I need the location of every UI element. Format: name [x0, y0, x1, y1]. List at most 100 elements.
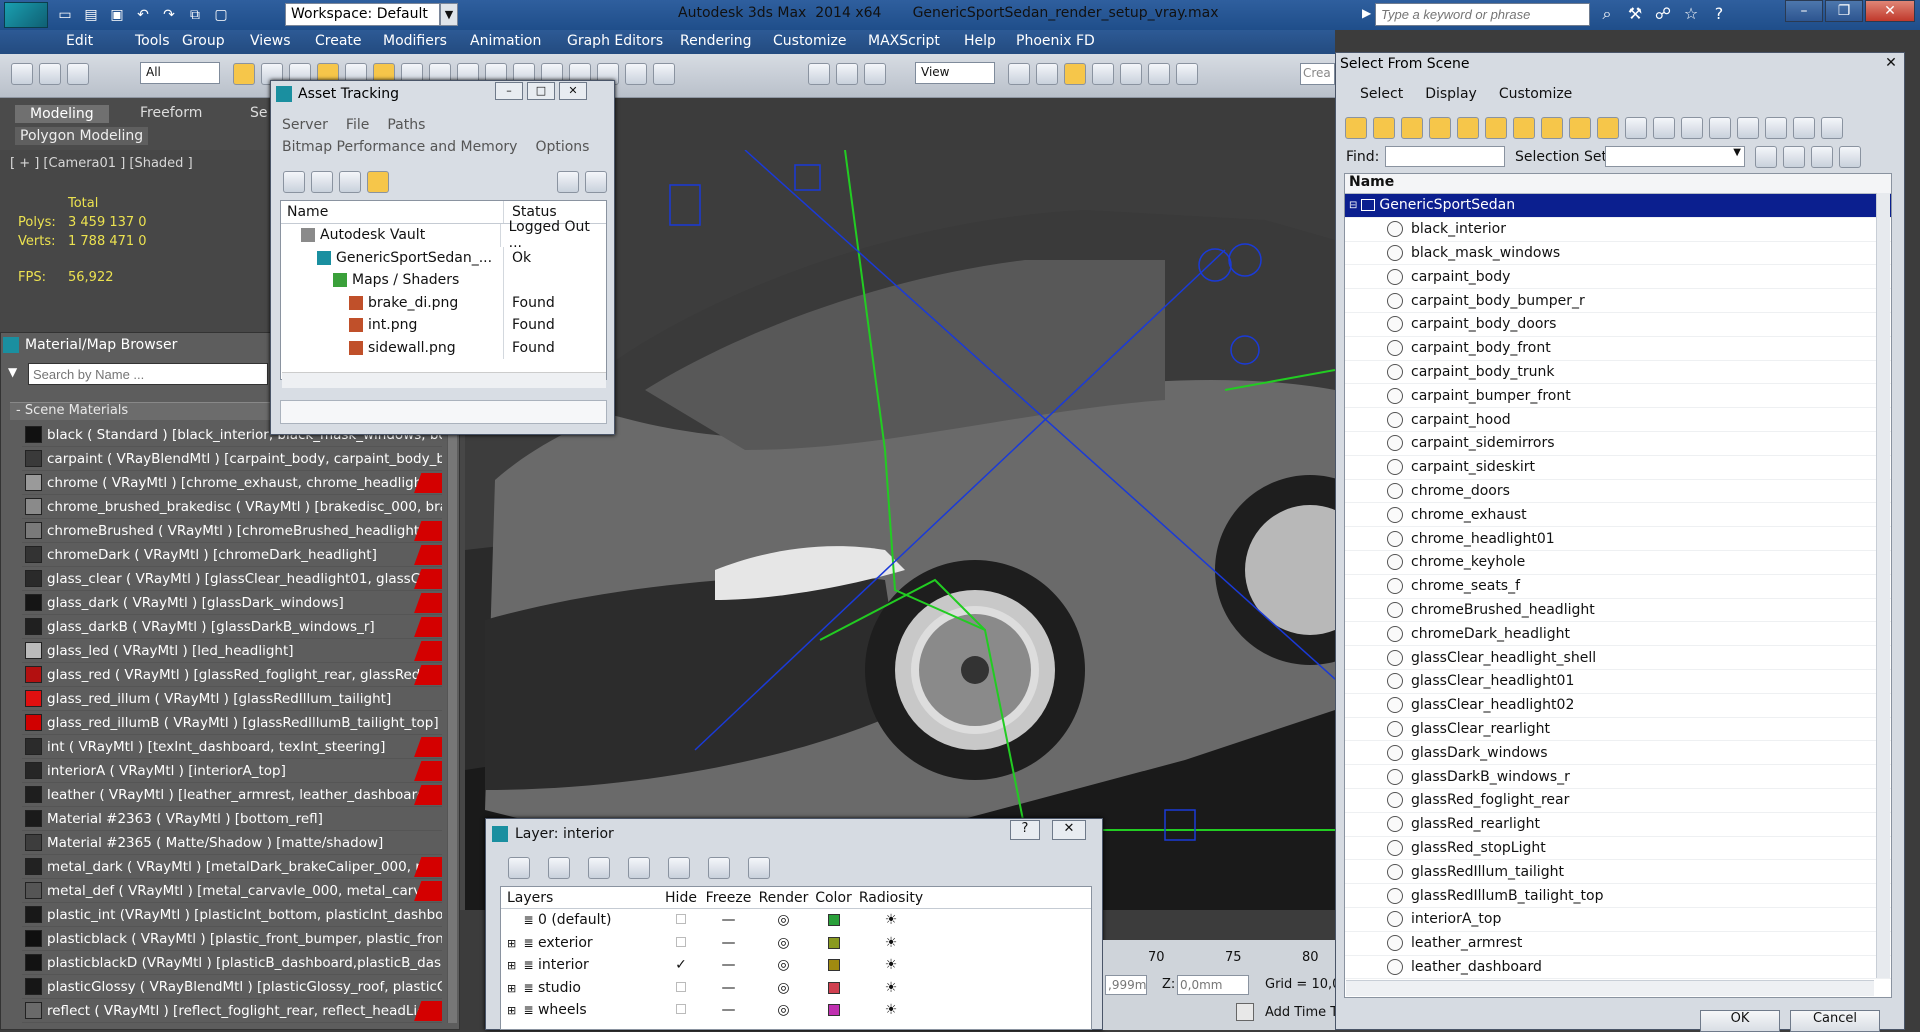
render-toggle-icon[interactable]: ◎ — [756, 935, 811, 951]
material-row[interactable]: metal_def ( VRayMtl ) [metal_carvavle_00… — [22, 879, 442, 903]
expand-icon[interactable]: ⊞ — [507, 1004, 519, 1017]
move-icon[interactable] — [808, 63, 830, 85]
display-lights-icon[interactable] — [1401, 117, 1423, 139]
layer-color-swatch[interactable] — [811, 980, 856, 996]
current-layer-checkbox[interactable] — [676, 914, 686, 925]
scene-object-row[interactable]: glassDark_windows — [1345, 741, 1891, 766]
display-invert-icon[interactable] — [1737, 117, 1759, 139]
material-row[interactable]: chromeDark ( VRayMtl ) [chromeDark_headl… — [22, 543, 442, 567]
selection-set-dropdown[interactable]: ▼ — [1605, 146, 1745, 167]
display-frozen-icon[interactable] — [1625, 117, 1647, 139]
reference-coordinate-dropdown[interactable]: View — [915, 62, 995, 84]
scene-object-row[interactable]: glassRed_stopLight — [1345, 837, 1891, 861]
menu-animation[interactable]: Animation — [470, 33, 541, 49]
scene-object-row[interactable]: chrome_keyhole — [1345, 551, 1891, 575]
asset-col-name[interactable]: Name — [281, 204, 503, 220]
workspace-dropdown[interactable]: Workspace: Default — [285, 3, 440, 26]
search-input[interactable] — [1375, 3, 1590, 26]
scene-object-row[interactable]: carpaint_body_trunk — [1345, 361, 1891, 385]
layer-row[interactable]: ⊞ ≣ studio — ◎ ☀ — [501, 977, 1091, 1000]
chevron-down-icon[interactable]: ▼ — [440, 3, 458, 26]
hide-unhide-all-icon[interactable] — [748, 857, 770, 879]
scene-object-row[interactable]: carpaint_hood — [1345, 408, 1891, 432]
highlight-selected-icon[interactable] — [708, 857, 730, 879]
material-row[interactable]: interiorA ( VRayMtl ) [interiorA_top] — [22, 759, 442, 783]
scene-object-row[interactable]: carpaint_body_front — [1345, 337, 1891, 361]
asset-row[interactable]: Autodesk Vault Logged Out ... — [281, 219, 606, 251]
render-toggle-icon[interactable]: ◎ — [756, 980, 811, 996]
select-object-icon[interactable] — [233, 63, 255, 85]
scene-object-row[interactable]: chrome_doors — [1345, 480, 1891, 504]
refresh-icon[interactable] — [283, 171, 305, 193]
curve-editor-icon[interactable] — [625, 63, 647, 85]
scene-object-row[interactable]: carpaint_body_bumper_r — [1345, 289, 1891, 313]
scene-object-row[interactable]: carpaint_sideskirt — [1345, 456, 1891, 480]
freeze-toggle[interactable]: — — [701, 957, 756, 973]
layer-close-button[interactable]: ✕ — [1052, 820, 1086, 840]
material-row[interactable]: glass_darkB ( VRayMtl ) [glassDarkB_wind… — [22, 615, 442, 639]
hide-toggle[interactable]: ✓ — [661, 957, 701, 973]
menu-tools[interactable]: Tools — [135, 33, 170, 49]
scene-object-row[interactable]: chrome_headlight01 — [1345, 527, 1891, 551]
radiosity-icon[interactable]: ☀ — [856, 1002, 926, 1018]
layer-col-freeze[interactable]: Freeze — [701, 890, 756, 906]
asset-row[interactable]: brake_di.png Found — [281, 291, 606, 314]
scale-icon[interactable] — [864, 63, 886, 85]
vault-connect-icon[interactable] — [557, 171, 579, 193]
display-helpers-icon[interactable] — [1457, 117, 1479, 139]
layer-row[interactable]: ⊞ ≣ wheels — ◎ ☀ — [501, 999, 1091, 1022]
scene-object-row[interactable]: interiorA_top — [1345, 908, 1891, 932]
menu-maxscript[interactable]: MAXScript — [868, 33, 940, 49]
selection-filter-dropdown[interactable]: All — [140, 62, 220, 84]
material-row[interactable]: Material #2365 ( Matte/Shadow ) [matte/s… — [22, 831, 442, 855]
asset-menu-paths[interactable]: Paths — [387, 117, 425, 133]
bind-space-warp-icon[interactable] — [67, 63, 89, 85]
filter-icon[interactable] — [1765, 117, 1787, 139]
subscription-icon[interactable]: ⚒ — [1623, 3, 1647, 25]
material-row[interactable]: plasticblackD (VRayMtl ) [plasticB_dashb… — [22, 951, 442, 975]
sfs-horizontal-scrollbar[interactable] — [1346, 980, 1874, 996]
render-toggle-icon[interactable]: ◎ — [756, 957, 811, 973]
display-xrefs-icon[interactable] — [1541, 117, 1563, 139]
material-row[interactable]: reflect ( VRayMtl ) [reflect_foglight_re… — [22, 999, 442, 1023]
layer-row[interactable]: ≣ 0 (default) — ◎ ☀ — [501, 909, 1091, 932]
hide-toggle[interactable] — [661, 935, 701, 951]
scene-object-row[interactable]: glassDarkB_windows_r — [1345, 765, 1891, 789]
asset-row[interactable]: Maps / Shaders — [281, 269, 606, 292]
cancel-button[interactable]: Cancel — [1790, 1010, 1880, 1032]
collapse-icon[interactable]: ⊟ — [1349, 200, 1357, 211]
add-time-tag-button[interactable]: Add Time T — [1265, 1005, 1338, 1020]
keyboard-shortcut-override-icon[interactable] — [1064, 63, 1086, 85]
display-shapes-icon[interactable] — [1373, 117, 1395, 139]
scene-root-node[interactable]: ⊟ GenericSportSedan — [1345, 194, 1891, 218]
undo-icon[interactable]: ↶ — [133, 5, 153, 25]
layer-color-swatch[interactable] — [811, 1002, 856, 1018]
redo-icon[interactable]: ↷ — [159, 5, 179, 25]
radiosity-icon[interactable]: ☀ — [856, 935, 926, 951]
freeze-toggle[interactable]: — — [701, 1002, 756, 1018]
align-tool-icon[interactable] — [1148, 63, 1170, 85]
material-row[interactable]: Material #2363 ( VRayMtl ) [bottom_refl] — [22, 807, 442, 831]
list-view-icon[interactable] — [311, 171, 333, 193]
search-options-chevron-icon[interactable]: ▼ — [8, 365, 17, 379]
create-layer-icon[interactable] — [508, 857, 530, 879]
material-row[interactable]: chrome_brushed_brakedisc ( VRayMtl ) [br… — [22, 495, 442, 519]
list-options-icon[interactable] — [1821, 117, 1843, 139]
tab-selection[interactable]: Se — [250, 105, 268, 121]
radiosity-icon[interactable]: ☀ — [856, 957, 926, 973]
expand-icon[interactable]: ⊞ — [507, 937, 519, 950]
scene-object-row[interactable]: chromeBrushed_headlight — [1345, 599, 1891, 623]
scene-object-row[interactable]: carpaint_body_doors — [1345, 313, 1891, 337]
z-coordinate-field[interactable]: 0,0mm — [1177, 975, 1249, 995]
menu-edit[interactable]: Edit — [66, 33, 93, 49]
add-to-selection-set-icon[interactable] — [1783, 146, 1805, 168]
select-in-layer-icon[interactable] — [628, 857, 650, 879]
sfs-close-icon[interactable]: ✕ — [1882, 55, 1900, 73]
hide-toggle[interactable] — [661, 980, 701, 996]
sfs-menu-display[interactable]: Display — [1425, 86, 1477, 102]
material-search-input[interactable] — [28, 363, 268, 385]
scene-object-row[interactable]: glassRed_rearlight — [1345, 813, 1891, 837]
open-file-icon[interactable]: ▤ — [81, 5, 101, 25]
scene-object-row[interactable]: glassClear_rearlight — [1345, 718, 1891, 742]
create-selection-set-icon[interactable] — [1755, 146, 1777, 168]
